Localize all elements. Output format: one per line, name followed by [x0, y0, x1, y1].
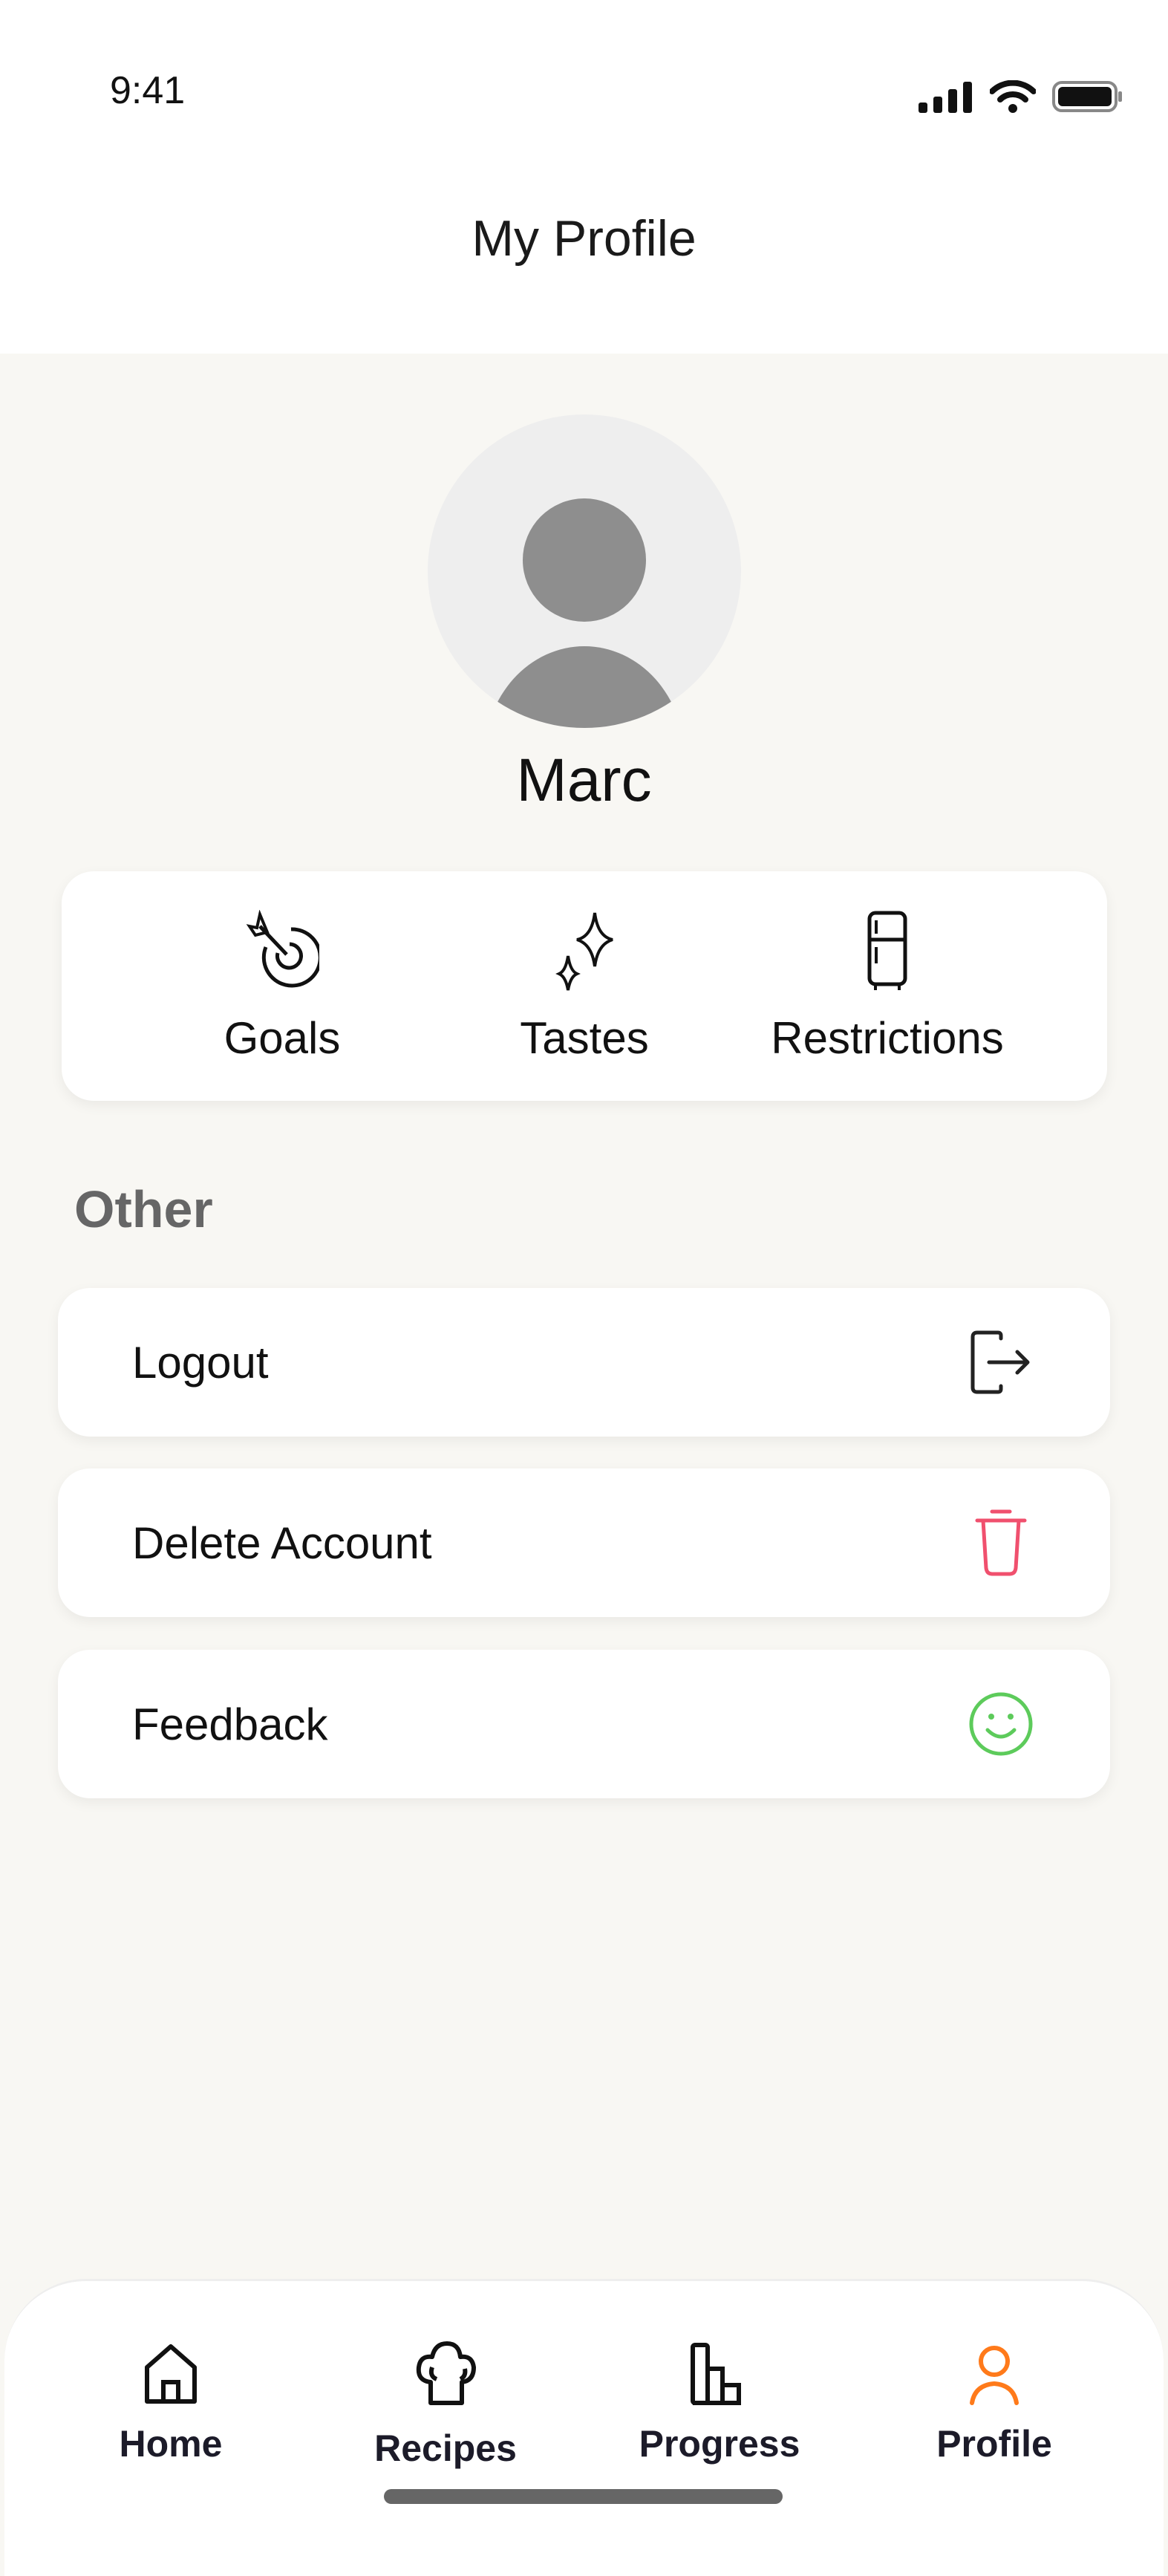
avatar-head: [523, 498, 646, 622]
goals-button[interactable]: Goals: [141, 871, 423, 1101]
tastes-label: Tastes: [520, 1013, 649, 1063]
home-icon: [145, 2344, 197, 2404]
nav-recipes[interactable]: Recipes: [334, 2341, 557, 2489]
profile-name: Marc: [516, 747, 652, 814]
delete-account-label: Delete Account: [132, 1518, 432, 1568]
home-indicator[interactable]: [384, 2489, 783, 2504]
sparkles-icon: [555, 912, 613, 991]
status-time: 9:41: [110, 69, 186, 112]
section-heading-other: Other: [74, 1180, 213, 1238]
nav-progress[interactable]: Progress: [608, 2341, 831, 2489]
status-icons: [919, 80, 1123, 113]
avatar[interactable]: [428, 414, 741, 728]
nav-home-label: Home: [119, 2423, 223, 2465]
signal-icon: [919, 82, 972, 113]
chef-hat-icon: [416, 2341, 476, 2405]
page-title: My Profile: [472, 210, 696, 267]
fridge-icon: [867, 911, 907, 990]
battery-icon: [1052, 81, 1122, 112]
nav-progress-label: Progress: [639, 2423, 800, 2465]
feedback-label: Feedback: [132, 1700, 328, 1749]
restrictions-label: Restrictions: [771, 1013, 1004, 1063]
logout-label: Logout: [132, 1338, 269, 1388]
restrictions-button[interactable]: Restrictions: [746, 871, 1028, 1101]
logout-icon: [970, 1330, 1030, 1394]
tastes-button[interactable]: Tastes: [443, 871, 725, 1101]
nav-recipes-label: Recipes: [374, 2427, 517, 2469]
wifi-icon: [990, 80, 1036, 113]
quick-actions-card: Goals Tastes Restrictions: [62, 871, 1107, 1101]
goals-label: Goals: [224, 1013, 341, 1063]
bottom-nav: Home Recipes Progress Profile: [4, 2279, 1164, 2576]
nav-profile-label: Profile: [936, 2423, 1052, 2465]
top-bar: [0, 0, 1168, 354]
bar-chart-icon: [691, 2343, 741, 2405]
logout-button[interactable]: Logout: [58, 1288, 1110, 1437]
avatar-body: [484, 646, 685, 728]
user-icon: [970, 2346, 1019, 2405]
trash-icon: [975, 1509, 1027, 1576]
feedback-button[interactable]: Feedback: [58, 1650, 1110, 1798]
smiley-icon: [969, 1692, 1033, 1756]
nav-profile[interactable]: Profile: [883, 2341, 1106, 2489]
target-arrow-icon: [246, 910, 319, 988]
delete-account-button[interactable]: Delete Account: [58, 1468, 1110, 1617]
nav-home[interactable]: Home: [59, 2341, 282, 2489]
